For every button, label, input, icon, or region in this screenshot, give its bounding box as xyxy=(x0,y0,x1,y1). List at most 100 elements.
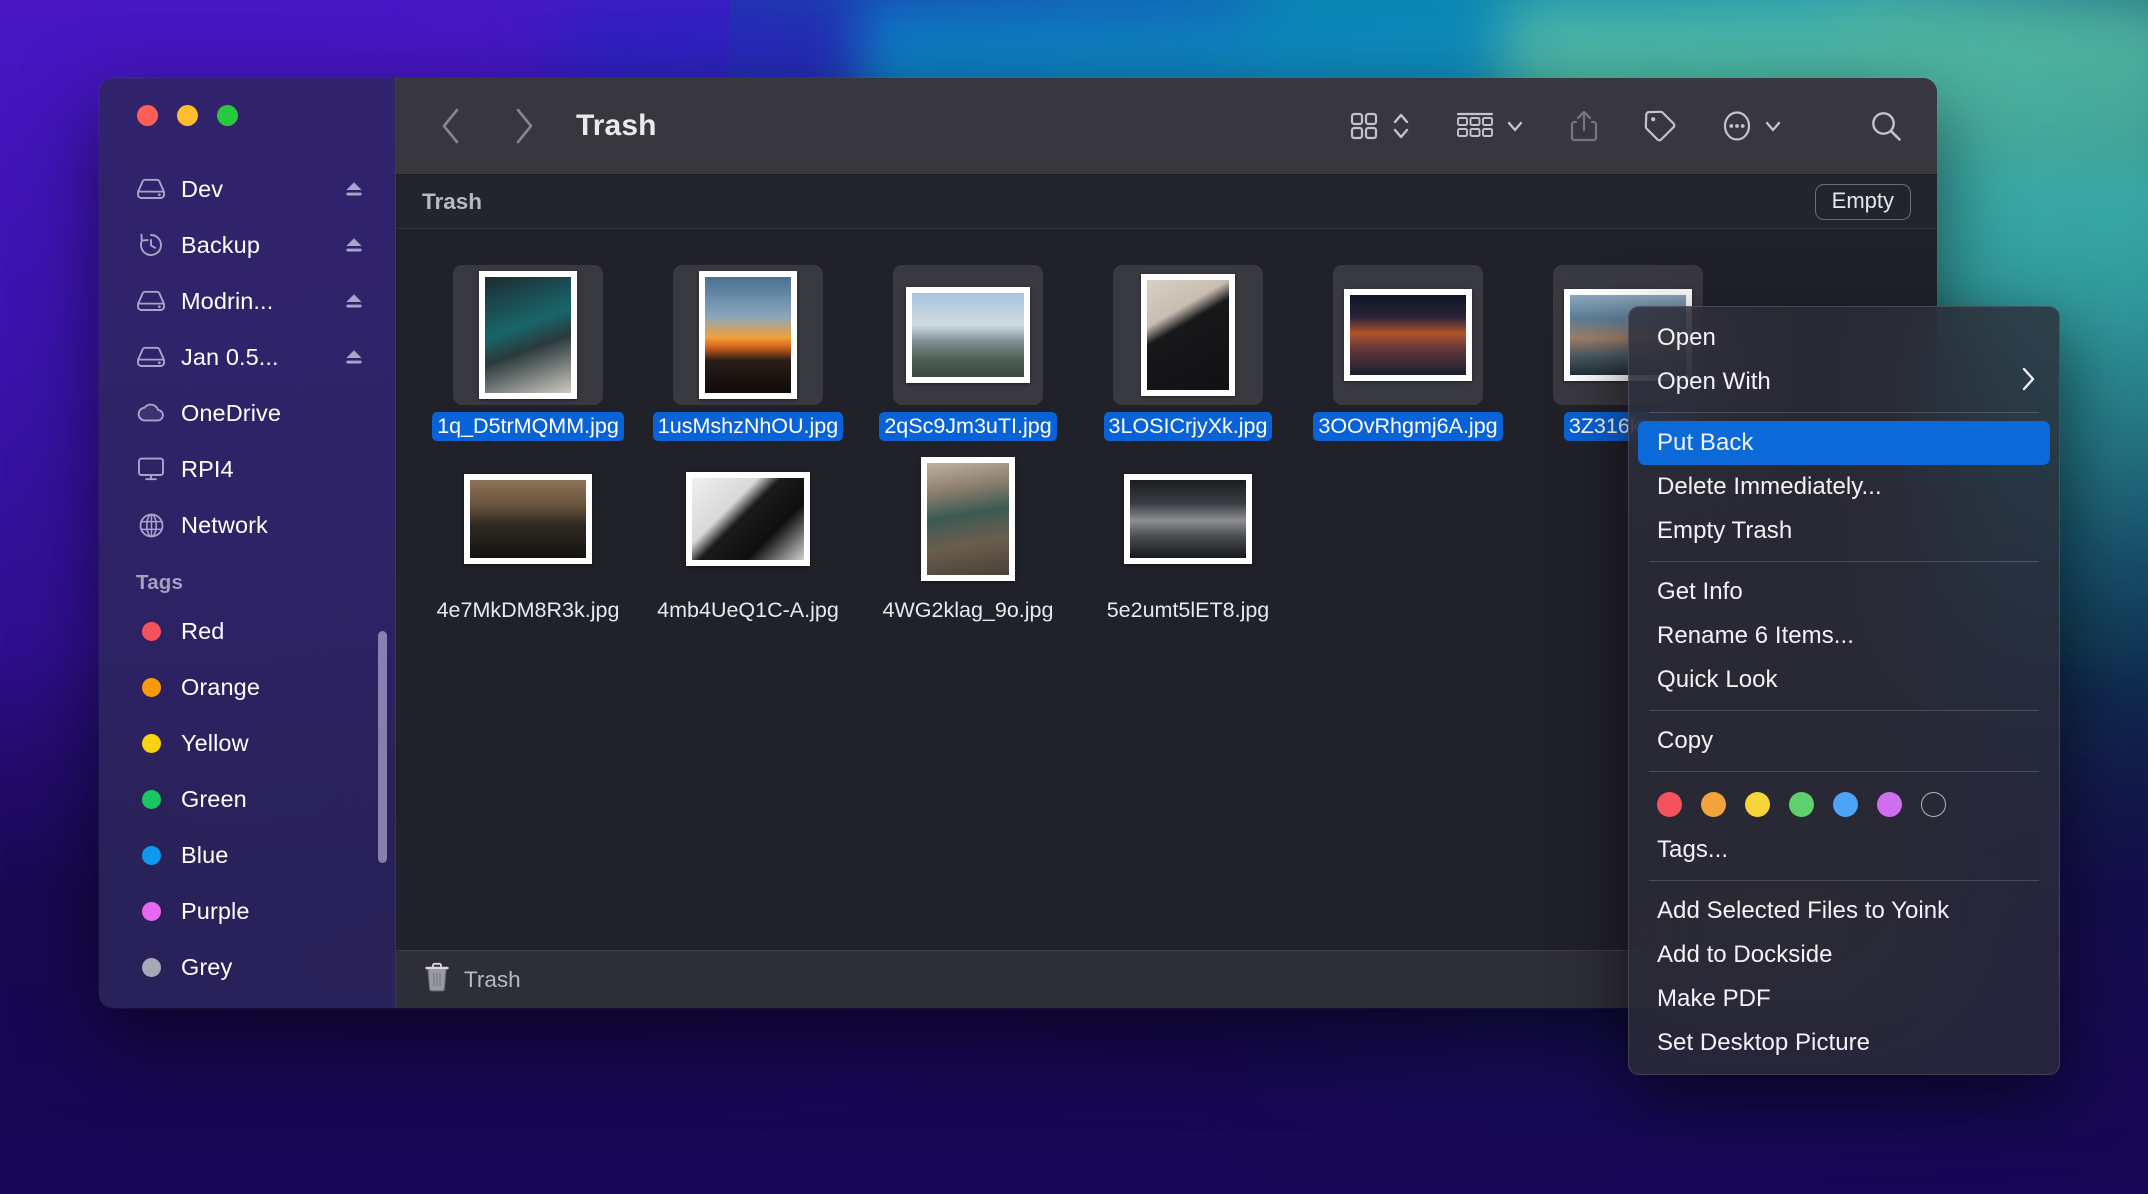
file-thumbnail[interactable] xyxy=(453,265,603,405)
sidebar-tag-grey[interactable]: Grey xyxy=(111,939,383,995)
tag-swatch-1[interactable] xyxy=(1701,792,1726,817)
file-name-label: 4e7MkDM8R3k.jpg xyxy=(436,598,620,623)
photo-preview-portrait-woman-room xyxy=(479,271,577,399)
menu-item-label: Tags... xyxy=(1657,836,1729,863)
more-options-chevron-icon[interactable] xyxy=(1763,99,1783,153)
menu-item-open-with[interactable]: Open With xyxy=(1629,360,2059,404)
menu-item-quick-look[interactable]: Quick Look xyxy=(1629,658,2059,702)
sidebar-tag-blue[interactable]: Blue xyxy=(111,827,383,883)
menu-separator xyxy=(1649,412,2039,413)
group-by-button[interactable] xyxy=(1455,99,1495,153)
minimize-button[interactable] xyxy=(177,105,198,126)
group-title: Trash xyxy=(422,188,483,214)
tag-swatch-2[interactable] xyxy=(1745,792,1770,817)
sidebar-scrollbar[interactable] xyxy=(378,631,387,863)
menu-item-get-info[interactable]: Get Info xyxy=(1629,570,2059,614)
sidebar-tag-yellow[interactable]: Yellow xyxy=(111,715,383,771)
forward-button[interactable] xyxy=(500,102,548,150)
view-stepper-button[interactable] xyxy=(1391,99,1411,153)
sidebar-item-backup[interactable]: Backup xyxy=(111,217,383,273)
menu-item-label: Make PDF xyxy=(1657,985,1771,1012)
group-by-chevron-icon[interactable] xyxy=(1505,99,1525,153)
eject-icon[interactable] xyxy=(343,178,365,200)
menu-item-add-selected-files-to-yoink[interactable]: Add Selected Files to Yoink xyxy=(1629,889,2059,933)
menu-item-make-pdf[interactable]: Make PDF xyxy=(1629,977,2059,1021)
tag-swatch-6[interactable] xyxy=(1921,792,1946,817)
sidebar-tag-label: Green xyxy=(181,785,247,812)
file-thumbnail[interactable] xyxy=(893,265,1043,405)
menu-item-rename-6-items[interactable]: Rename 6 Items... xyxy=(1629,614,2059,658)
tag-swatch-3[interactable] xyxy=(1789,792,1814,817)
search-button[interactable] xyxy=(1869,99,1903,153)
window-title: Trash xyxy=(576,109,657,142)
tag-swatch-row xyxy=(1629,780,2059,828)
menu-item-tags[interactable]: Tags... xyxy=(1629,828,2059,872)
empty-trash-button[interactable]: Empty xyxy=(1814,183,1911,220)
file-name-label: 1q_D5trMQMM.jpg xyxy=(432,412,624,442)
file-thumbnail[interactable] xyxy=(453,449,603,589)
file-item[interactable]: 3OOvRhgmj6A.jpg xyxy=(1298,257,1518,442)
hard-drive-icon xyxy=(136,289,166,313)
sidebar-item-network[interactable]: Network xyxy=(111,497,383,553)
file-item[interactable]: 4WG2klag_9o.jpg xyxy=(858,441,1078,625)
sidebar-item-dev[interactable]: Dev xyxy=(111,161,383,217)
file-thumbnail[interactable] xyxy=(1113,265,1263,405)
sidebar-scroll-area: Dev Backup Modrin... Jan 0.5... OneDrive RPI4… xyxy=(99,161,395,1008)
close-button[interactable] xyxy=(137,105,158,126)
tag-button[interactable] xyxy=(1643,99,1677,153)
file-item[interactable]: 1q_D5trMQMM.jpg xyxy=(418,257,638,442)
file-thumbnail[interactable] xyxy=(1113,449,1263,589)
file-name-label: 3LOSICrjyXk.jpg xyxy=(1103,412,1273,442)
menu-item-label: Rename 6 Items... xyxy=(1657,622,1854,649)
sidebar-item-label: OneDrive xyxy=(181,399,282,426)
menu-item-set-desktop-picture[interactable]: Set Desktop Picture xyxy=(1629,1021,2059,1065)
file-item[interactable]: 2qSc9Jm3uTI.jpg xyxy=(858,257,1078,442)
sidebar-tag-purple[interactable]: Purple xyxy=(111,883,383,939)
file-item[interactable]: 4e7MkDM8R3k.jpg xyxy=(418,441,638,625)
menu-item-put-back[interactable]: Put Back xyxy=(1638,421,2050,465)
sidebar-item-onedrive[interactable]: OneDrive xyxy=(111,385,383,441)
menu-item-empty-trash[interactable]: Empty Trash xyxy=(1629,509,2059,553)
menu-item-label: Add to Dockside xyxy=(1657,941,1833,968)
file-item[interactable]: 4mb4UeQ1C-A.jpg xyxy=(638,441,858,625)
file-item[interactable]: 5e2umt5lET8.jpg xyxy=(1078,441,1298,625)
sidebar-tag-green[interactable]: Green xyxy=(111,771,383,827)
tag-swatch-0[interactable] xyxy=(1657,792,1682,817)
tag-swatch-5[interactable] xyxy=(1877,792,1902,817)
view-grid-button[interactable] xyxy=(1349,99,1379,153)
photo-preview-city-night-canal xyxy=(1344,289,1472,381)
file-thumbnail[interactable] xyxy=(673,449,823,589)
back-button[interactable] xyxy=(426,102,474,150)
file-name-label: 5e2umt5lET8.jpg xyxy=(1106,598,1270,623)
sidebar-tag-red[interactable]: Red xyxy=(111,603,383,659)
menu-item-open[interactable]: Open xyxy=(1629,316,2059,360)
display-icon xyxy=(136,456,166,482)
file-item[interactable]: 1usMshzNhOU.jpg xyxy=(638,257,858,442)
menu-item-label: Put Back xyxy=(1657,429,1754,456)
eject-icon[interactable] xyxy=(343,290,365,312)
eject-icon[interactable] xyxy=(343,234,365,256)
sidebar-item-modrin[interactable]: Modrin... xyxy=(111,273,383,329)
file-item[interactable]: 3LOSICrjyXk.jpg xyxy=(1078,257,1298,442)
toolbar: Trash xyxy=(396,78,1937,175)
tag-swatch-4[interactable] xyxy=(1833,792,1858,817)
sidebar-item-label: RPI4 xyxy=(181,455,234,482)
file-thumbnail[interactable] xyxy=(673,265,823,405)
share-button[interactable] xyxy=(1569,99,1599,153)
file-thumbnail[interactable] xyxy=(893,449,1043,589)
tag-color-dot xyxy=(136,677,166,697)
zoom-button[interactable] xyxy=(217,105,238,126)
menu-item-copy[interactable]: Copy xyxy=(1629,719,2059,763)
menu-item-add-to-dockside[interactable]: Add to Dockside xyxy=(1629,933,2059,977)
menu-separator xyxy=(1649,710,2039,711)
file-thumbnail[interactable] xyxy=(1333,265,1483,405)
menu-item-label: Quick Look xyxy=(1657,666,1778,693)
sidebar-item-rpi4[interactable]: RPI4 xyxy=(111,441,383,497)
menu-item-delete-immediately[interactable]: Delete Immediately... xyxy=(1629,465,2059,509)
more-options-button[interactable] xyxy=(1721,99,1753,153)
eject-icon[interactable] xyxy=(343,346,365,368)
sidebar-devices-section: Dev Backup Modrin... Jan 0.5... OneDrive RPI4… xyxy=(99,161,395,553)
sidebar-tag-orange[interactable]: Orange xyxy=(111,659,383,715)
context-menu[interactable]: Open Open With Put Back Delete Immediately.… xyxy=(1628,306,2060,1075)
sidebar-item-jan-0-5[interactable]: Jan 0.5... xyxy=(111,329,383,385)
